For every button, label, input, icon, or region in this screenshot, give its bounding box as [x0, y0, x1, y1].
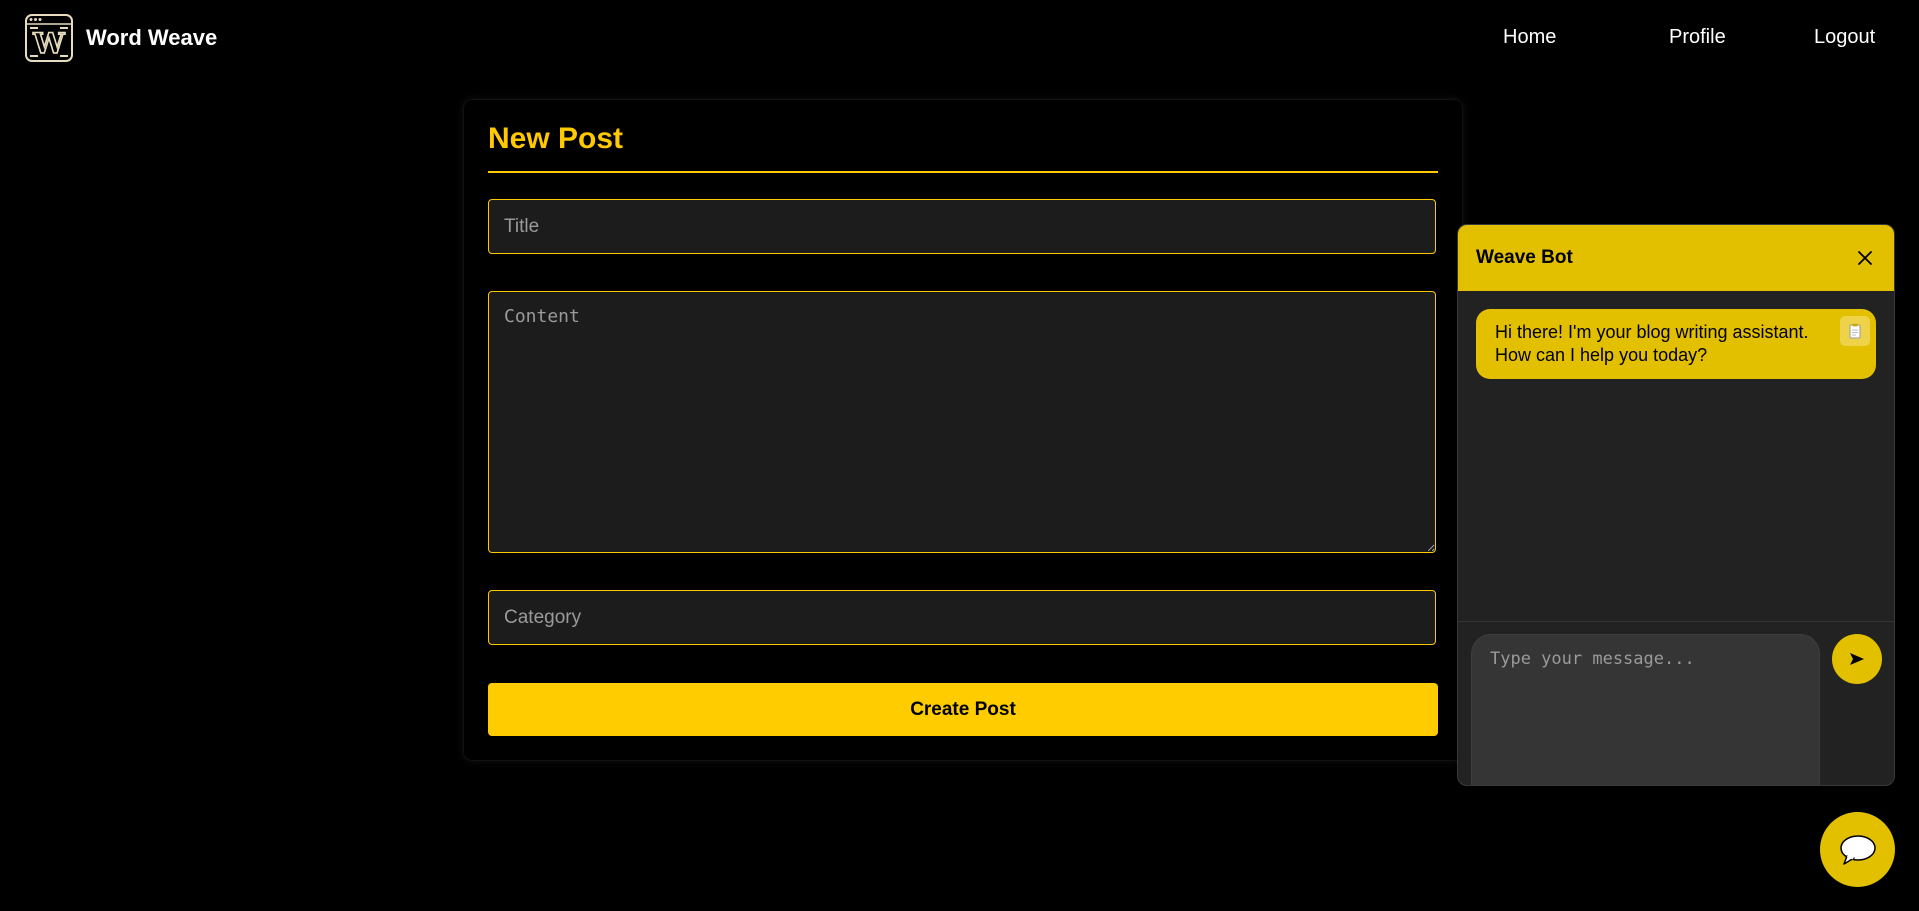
- send-button[interactable]: [1832, 634, 1882, 684]
- title-divider: [488, 171, 1438, 173]
- bot-message-text: Hi there! I'm your blog writing assistan…: [1495, 322, 1809, 365]
- chat-title: Weave Bot: [1476, 247, 1573, 268]
- chat-header: Weave Bot: [1458, 225, 1894, 291]
- content-textarea[interactable]: [488, 291, 1436, 553]
- chat-window: Weave Bot Hi there! I'm your blog writin…: [1457, 224, 1895, 786]
- brand[interactable]: W Word Weave: [24, 12, 217, 64]
- brand-name: Word Weave: [86, 25, 218, 50]
- chat-toggle-button[interactable]: [1820, 812, 1895, 887]
- top-navbar: W Word Weave Home Profile Logout: [0, 0, 1919, 76]
- copy-icon: [1849, 323, 1861, 339]
- chat-bubble-icon: [1839, 834, 1876, 865]
- page-title: New Post: [488, 122, 624, 155]
- bot-message: Hi there! I'm your blog writing assistan…: [1476, 309, 1876, 379]
- logo-icon: W: [25, 14, 73, 62]
- copy-button[interactable]: [1840, 316, 1870, 346]
- nav-home-link[interactable]: Home: [1503, 24, 1556, 50]
- chat-input-divider: [1458, 621, 1894, 622]
- nav-logout-link[interactable]: Logout: [1814, 24, 1875, 50]
- nav-profile-link[interactable]: Profile: [1669, 24, 1726, 50]
- chat-message-input[interactable]: [1471, 634, 1820, 785]
- send-icon: [1850, 653, 1864, 665]
- create-post-button[interactable]: Create Post: [488, 683, 1438, 736]
- close-icon[interactable]: [1854, 247, 1876, 269]
- app-root: W Word Weave Home Profile Logout New Pos…: [0, 0, 1919, 911]
- category-input[interactable]: [488, 590, 1436, 645]
- new-post-card: New Post Create Post: [464, 100, 1462, 760]
- title-input[interactable]: [488, 199, 1436, 254]
- chat-messages: Hi there! I'm your blog writing assistan…: [1458, 291, 1894, 785]
